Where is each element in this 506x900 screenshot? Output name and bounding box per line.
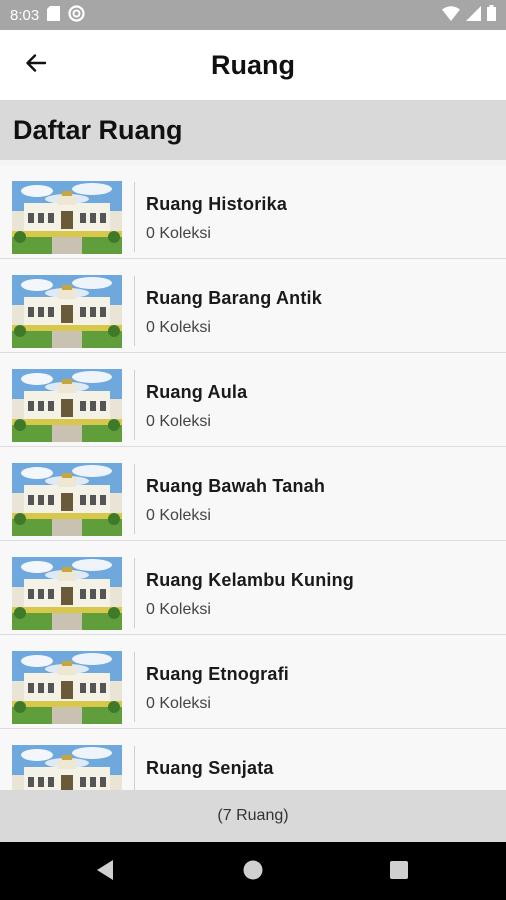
item-divider (134, 370, 135, 440)
room-collection-count: 0 Koleksi (146, 225, 211, 242)
nav-recents-button[interactable] (382, 855, 416, 889)
back-triangle-icon (95, 859, 115, 886)
room-list-item[interactable]: Ruang Bawah Tanah 0 Koleksi (0, 447, 506, 541)
room-name: Ruang Barang Antik (146, 288, 322, 308)
room-collection-count: 0 Koleksi (146, 507, 211, 524)
room-name: Ruang Aula (146, 382, 248, 402)
item-divider (134, 746, 135, 790)
room-thumbnail (12, 745, 122, 790)
system-nav-bar (0, 842, 506, 900)
recents-square-icon (389, 860, 409, 885)
room-list-item[interactable]: Ruang Senjata (0, 729, 506, 790)
sd-card-icon (47, 5, 61, 25)
room-thumbnail (12, 651, 122, 724)
room-list-item[interactable]: Ruang Barang Antik 0 Koleksi (0, 259, 506, 353)
room-thumbnail (12, 369, 122, 442)
room-collection-count: 0 Koleksi (146, 319, 211, 336)
room-list-item[interactable]: Ruang Kelambu Kuning 0 Koleksi (0, 541, 506, 635)
item-divider (134, 652, 135, 722)
item-divider (134, 276, 135, 346)
room-collection-count: 0 Koleksi (146, 695, 211, 712)
status-right (442, 5, 496, 25)
battery-icon (487, 5, 496, 25)
app-bar: Ruang (0, 30, 506, 100)
room-list-item[interactable]: Ruang Historika 0 Koleksi (0, 165, 506, 259)
status-left: 8:03 (10, 4, 85, 26)
room-list-item[interactable]: Ruang Aula 0 Koleksi (0, 353, 506, 447)
room-list-item[interactable]: Ruang Etnografi 0 Koleksi (0, 635, 506, 729)
back-button[interactable] (14, 43, 58, 87)
room-name: Ruang Bawah Tanah (146, 476, 326, 496)
room-name: Ruang Kelambu Kuning (146, 570, 354, 590)
room-thumbnail (12, 181, 122, 254)
do-not-disturb-icon (68, 4, 85, 26)
signal-icon (466, 5, 481, 25)
arrow-left-icon (24, 51, 48, 80)
room-collection-count: 0 Koleksi (146, 601, 211, 618)
wifi-icon (442, 5, 460, 25)
room-thumbnail (12, 275, 122, 348)
room-count-summary: (7 Ruang) (0, 790, 506, 842)
item-divider (134, 464, 135, 534)
room-thumbnail (12, 463, 122, 536)
room-name: Ruang Historika (146, 194, 288, 214)
item-divider (134, 558, 135, 628)
section-title: Daftar Ruang (0, 100, 506, 160)
page-title: Ruang (211, 49, 295, 80)
status-bar: 8:03 (0, 0, 506, 30)
nav-back-button[interactable] (88, 855, 122, 889)
nav-home-button[interactable] (236, 855, 270, 889)
room-collection-count: 0 Koleksi (146, 413, 211, 430)
room-list[interactable]: Ruang Historika 0 Koleksi Ruang Barang A… (0, 165, 506, 790)
room-thumbnail (12, 557, 122, 630)
status-time: 8:03 (10, 6, 40, 24)
item-divider (134, 182, 135, 252)
room-name: Ruang Etnografi (146, 664, 289, 684)
room-name: Ruang Senjata (146, 758, 274, 778)
home-circle-icon (242, 859, 264, 886)
